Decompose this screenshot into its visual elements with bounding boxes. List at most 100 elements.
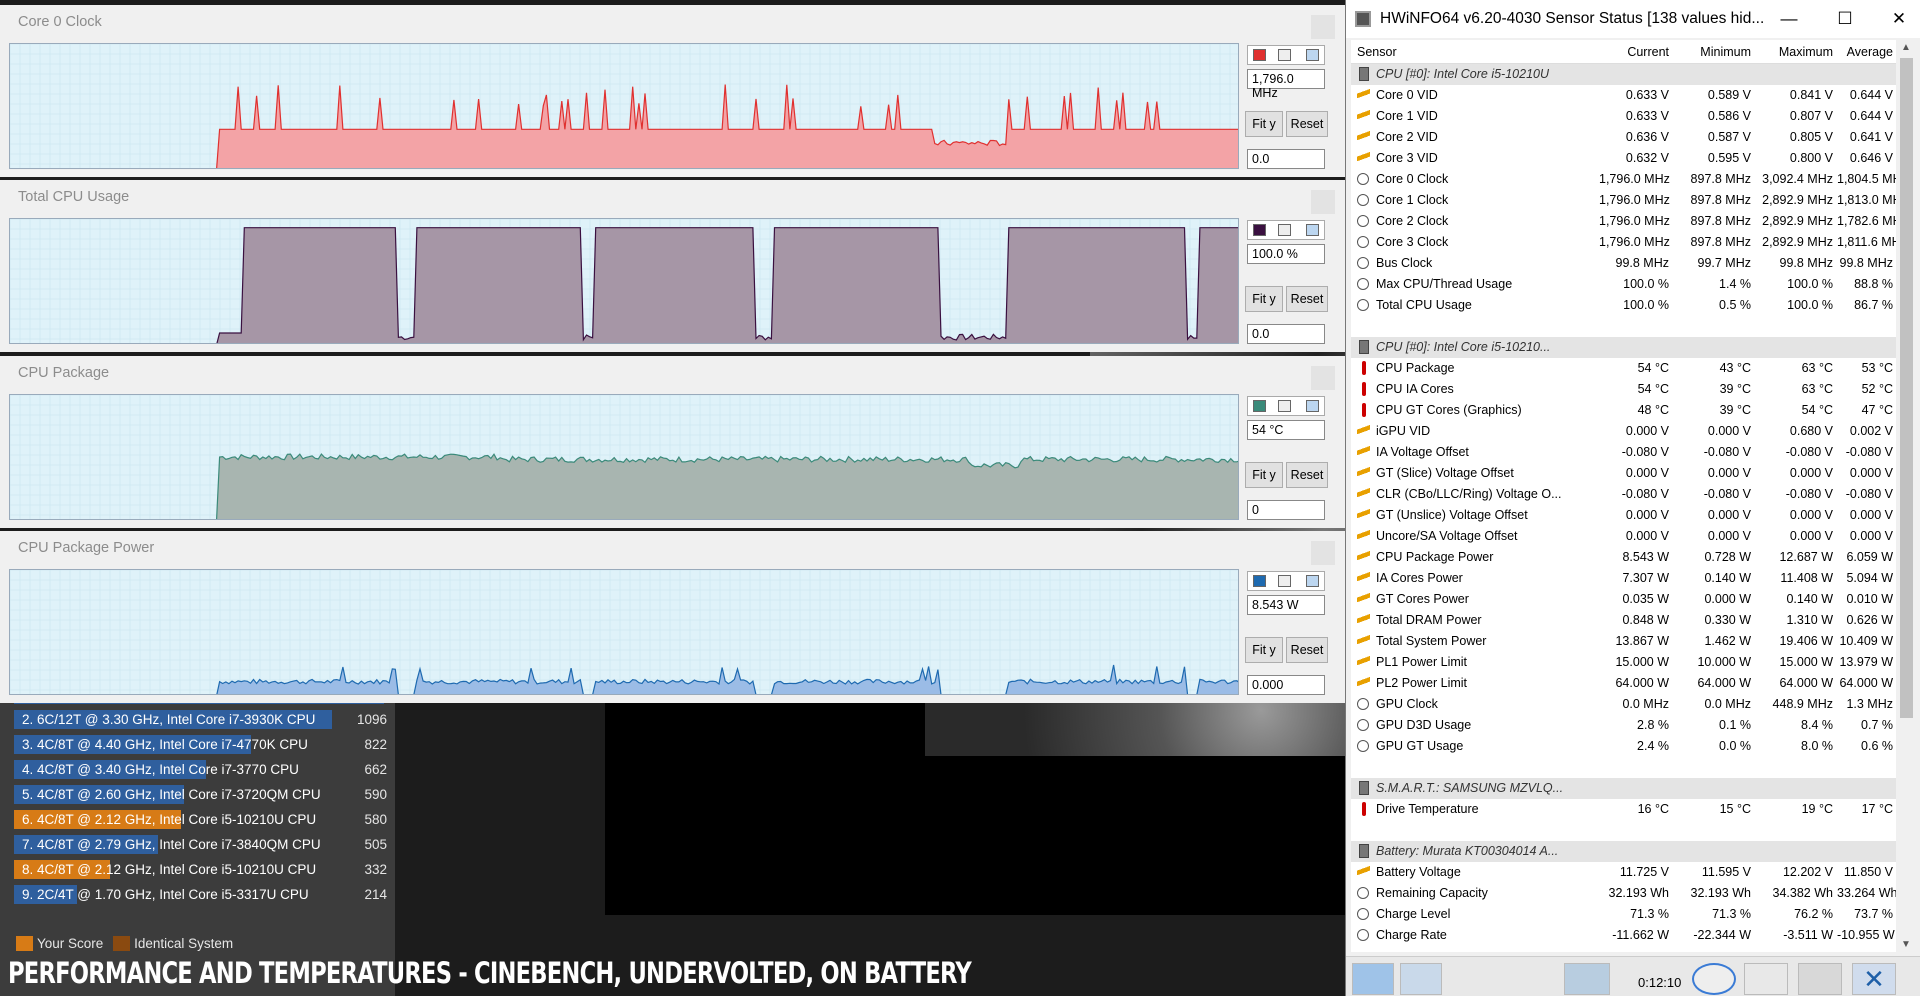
report-icon[interactable] — [1744, 963, 1788, 995]
color-swatch-icon[interactable] — [1278, 224, 1291, 236]
sensor-row[interactable]: CPU Package 54 °C 43 °C 63 °C 53 °C — [1351, 358, 1896, 379]
sensor-row[interactable]: GPU GT Usage 2.4 % 0.0 % 8.0 % 0.6 % — [1351, 736, 1896, 757]
sensor-min-value: 0.000 W — [1704, 592, 1751, 606]
sensor-group-row[interactable]: CPU [#0]: Intel Core i5-10210... — [1351, 337, 1896, 358]
col-current[interactable]: Current — [1599, 45, 1669, 59]
minimize-button[interactable]: — — [1766, 4, 1812, 34]
sensor-row[interactable]: Core 3 Clock 1,796.0 MHz 897.8 MHz 2,892.9 … — [1351, 232, 1896, 253]
color-swatch-icon[interactable] — [1306, 400, 1319, 412]
vertical-scrollbar[interactable]: ▲ ▼ — [1896, 40, 1916, 952]
sensor-row[interactable]: Charge Rate -11.662 W -22.344 W -3.511 W -10… — [1351, 925, 1896, 946]
sensor-row[interactable]: IA Cores Power 7.307 W 0.140 W 11.408 W 5.09… — [1351, 568, 1896, 589]
sensor-row[interactable]: GT Cores Power 0.035 W 0.000 W 0.140 W 0.010… — [1351, 589, 1896, 610]
col-average[interactable]: Average — [1837, 45, 1893, 59]
color-swatch-icon[interactable] — [1306, 575, 1319, 587]
sensor-row[interactable]: GT (Unslice) Voltage Offset 0.000 V 0.000 … — [1351, 505, 1896, 526]
sensor-row[interactable]: Core 3 VID 0.632 V 0.595 V 0.800 V 0.646 V — [1351, 148, 1896, 169]
sensor-row[interactable]: CPU IA Cores 54 °C 39 °C 63 °C 52 °C — [1351, 379, 1896, 400]
graph-series-svg — [10, 395, 1238, 519]
color-swatch-icon[interactable] — [1306, 49, 1319, 61]
reset-button[interactable]: Reset — [1286, 111, 1328, 137]
sensor-max-value: 2,892.9 MHz — [1762, 214, 1833, 228]
network-icon[interactable] — [1564, 963, 1610, 995]
sensor-row[interactable]: Core 1 Clock 1,796.0 MHz 897.8 MHz 2,892.9 … — [1351, 190, 1896, 211]
ranking-score: 332 — [364, 862, 387, 877]
sensor-row[interactable]: GPU D3D Usage 2.8 % 0.1 % 8.4 % 0.7 % — [1351, 715, 1896, 736]
ranking-label: 7. 4C/8T @ 2.79 GHz, Intel Core i7-3840Q… — [22, 837, 321, 852]
fit-y-button[interactable]: Fit y — [1245, 286, 1283, 312]
sensor-row[interactable]: Max CPU/Thread Usage 100.0 % 1.4 % 100.0 % 8… — [1351, 274, 1896, 295]
graph-color-controls[interactable] — [1247, 571, 1325, 591]
col-sensor[interactable]: Sensor — [1357, 45, 1397, 59]
sensor-row[interactable]: IA Voltage Offset -0.080 V -0.080 V -0.080 … — [1351, 442, 1896, 463]
sensor-row[interactable]: GPU Clock 0.0 MHz 0.0 MHz 448.9 MHz 1.3 MHz — [1351, 694, 1896, 715]
scroll-thumb[interactable] — [1900, 58, 1913, 718]
clock-reset-icon[interactable] — [1692, 963, 1736, 995]
nav-left-right-icon[interactable] — [1352, 963, 1394, 995]
fit-y-button[interactable]: Fit y — [1245, 462, 1283, 488]
sensor-name: Core 1 Clock — [1376, 193, 1449, 207]
sensor-group-row[interactable]: S.M.A.R.T.: SAMSUNG MZVLQ... — [1351, 778, 1896, 799]
sensor-row[interactable]: GT (Slice) Voltage Offset 0.000 V 0.000 V 0… — [1351, 463, 1896, 484]
sensor-row[interactable]: Core 2 VID 0.636 V 0.587 V 0.805 V 0.641 V — [1351, 127, 1896, 148]
graph-close-button[interactable] — [1311, 541, 1335, 565]
sensor-row[interactable]: Core 0 Clock 1,796.0 MHz 897.8 MHz 3,092.4 … — [1351, 169, 1896, 190]
title-bar[interactable]: HWiNFO64 v6.20-4030 Sensor Status [138 v… — [1346, 0, 1920, 38]
sensor-row[interactable]: Core 2 Clock 1,796.0 MHz 897.8 MHz 2,892.9 … — [1351, 211, 1896, 232]
sensor-cur-value: 16 °C — [1637, 802, 1669, 816]
sensor-group-row[interactable]: CPU [#0]: Intel Core i5-10210U — [1351, 64, 1896, 85]
device-icon — [1359, 844, 1369, 858]
sensor-row[interactable]: Drive Temperature 16 °C 15 °C 19 °C 17 °C — [1351, 799, 1896, 820]
reset-button[interactable]: Reset — [1286, 462, 1328, 488]
sensor-row[interactable]: Remaining Capacity 32.193 Wh 32.193 Wh 34.3… — [1351, 883, 1896, 904]
graph-close-button[interactable] — [1311, 190, 1335, 214]
color-swatch-icon[interactable] — [1253, 224, 1266, 236]
color-swatch-icon[interactable] — [1253, 49, 1266, 61]
col-minimum[interactable]: Minimum — [1673, 45, 1751, 59]
sensor-row[interactable]: Total System Power 13.867 W 1.462 W 19.406 … — [1351, 631, 1896, 652]
col-maximum[interactable]: Maximum — [1755, 45, 1833, 59]
sensor-row[interactable]: Core 1 VID 0.633 V 0.586 V 0.807 V 0.644 V — [1351, 106, 1896, 127]
reset-button[interactable]: Reset — [1286, 286, 1328, 312]
sensor-row[interactable]: Battery Voltage 11.725 V 11.595 V 12.202 V 1… — [1351, 862, 1896, 883]
color-swatch-icon[interactable] — [1278, 49, 1291, 61]
sensor-row[interactable]: CPU Package Power 8.543 W 0.728 W 12.687 W 6… — [1351, 547, 1896, 568]
scroll-down-icon[interactable]: ▼ — [1901, 939, 1911, 950]
graph-close-button[interactable] — [1311, 15, 1335, 39]
color-swatch-icon[interactable] — [1253, 400, 1266, 412]
graph-color-controls[interactable] — [1247, 45, 1325, 65]
color-swatch-icon[interactable] — [1278, 575, 1291, 587]
fit-y-button[interactable]: Fit y — [1245, 637, 1283, 663]
close-button[interactable]: ✕ — [1876, 4, 1920, 34]
graph-close-button[interactable] — [1311, 366, 1335, 390]
color-swatch-icon[interactable] — [1253, 575, 1266, 587]
sensor-row[interactable]: PL2 Power Limit 64.000 W 64.000 W 64.000 W 6… — [1351, 673, 1896, 694]
sensor-row[interactable]: Core 0 VID 0.633 V 0.589 V 0.841 V 0.644 V — [1351, 85, 1896, 106]
sensor-name: Total DRAM Power — [1376, 613, 1482, 627]
close-x-icon[interactable]: ✕ — [1852, 963, 1896, 995]
reset-button[interactable]: Reset — [1286, 637, 1328, 663]
sensor-row[interactable]: iGPU VID 0.000 V 0.000 V 0.680 V 0.002 V — [1351, 421, 1896, 442]
fit-y-button[interactable]: Fit y — [1245, 111, 1283, 137]
sensor-name: CPU Package Power — [1376, 550, 1494, 564]
graph-color-controls[interactable] — [1247, 396, 1325, 416]
settings-gear-icon[interactable] — [1798, 963, 1842, 995]
sensor-row[interactable]: Total DRAM Power 0.848 W 0.330 W 1.310 W 0.6… — [1351, 610, 1896, 631]
nav-collapse-icon[interactable] — [1400, 963, 1442, 995]
sensor-group-row[interactable]: Battery: Murata KT00304014 A... — [1351, 841, 1896, 862]
sensor-name: Core 3 VID — [1376, 151, 1438, 165]
sensor-list[interactable]: CPU [#0]: Intel Core i5-10210U Core 0 VID… — [1351, 64, 1896, 952]
sensor-cur-value: -0.080 V — [1621, 445, 1669, 459]
color-swatch-icon[interactable] — [1278, 400, 1291, 412]
maximize-button[interactable]: ☐ — [1822, 4, 1868, 34]
sensor-row[interactable]: Charge Level 71.3 % 71.3 % 76.2 % 73.7 % — [1351, 904, 1896, 925]
sensor-row[interactable]: Uncore/SA Voltage Offset 0.000 V 0.000 V 0.… — [1351, 526, 1896, 547]
sensor-row[interactable]: CLR (CBo/LLC/Ring) Voltage O... -0.080 V-… — [1351, 484, 1896, 505]
sensor-row[interactable]: CPU GT Cores (Graphics) 48 °C 39 °C 54 °C 47… — [1351, 400, 1896, 421]
graph-color-controls[interactable] — [1247, 220, 1325, 240]
scroll-up-icon[interactable]: ▲ — [1901, 42, 1911, 53]
sensor-row[interactable]: Bus Clock 99.8 MHz 99.7 MHz 99.8 MHz 99.8 MH… — [1351, 253, 1896, 274]
sensor-row[interactable]: Total CPU Usage 100.0 % 0.5 % 100.0 % 86.7 % — [1351, 295, 1896, 316]
sensor-row[interactable]: PL1 Power Limit 15.000 W 10.000 W 15.000 W 1… — [1351, 652, 1896, 673]
color-swatch-icon[interactable] — [1306, 224, 1319, 236]
